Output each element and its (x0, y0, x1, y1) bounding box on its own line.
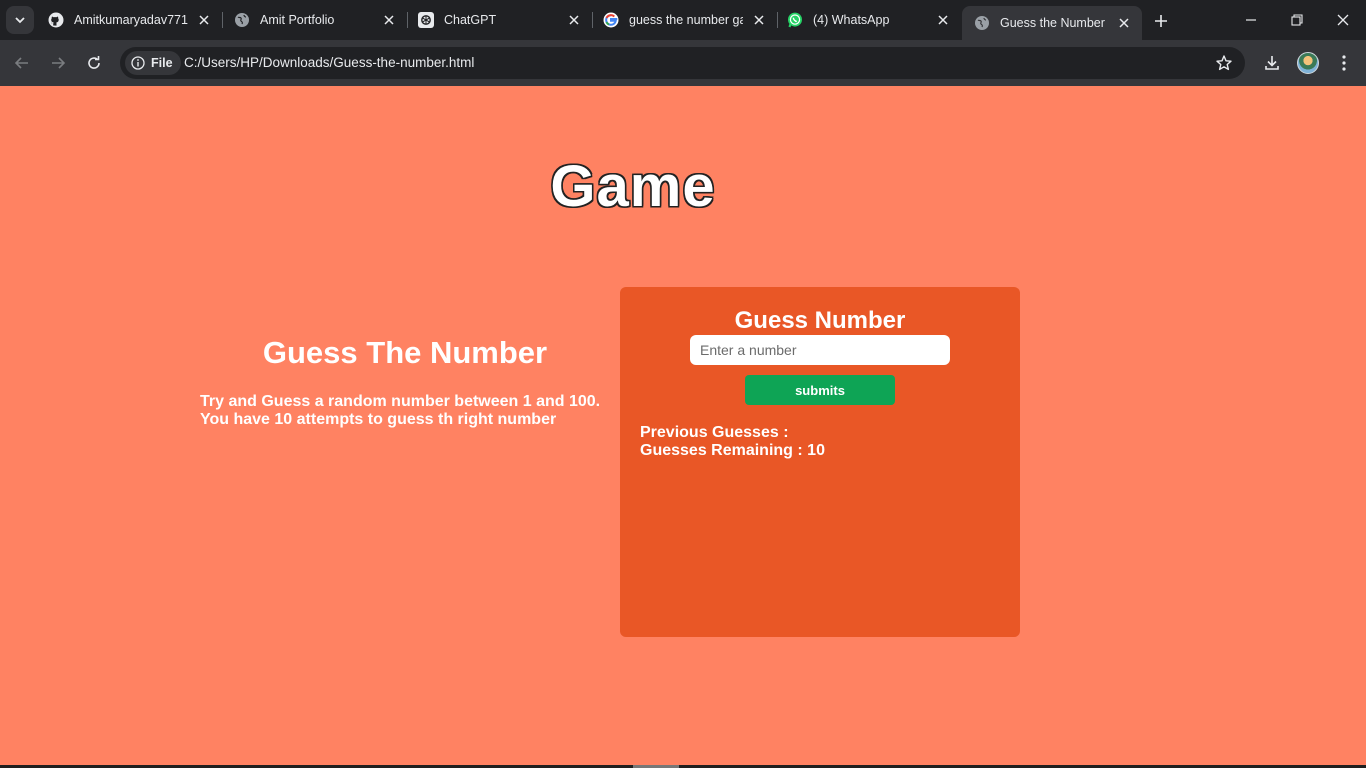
minimize-button[interactable] (1228, 0, 1274, 40)
site-info-label: File (151, 56, 173, 70)
guess-card: Guess Number submits Previous Guesses : … (620, 287, 1020, 637)
close-icon[interactable] (381, 12, 397, 28)
globe-icon (974, 15, 990, 31)
guesses-remaining: Guesses Remaining : 10 (640, 442, 825, 459)
browser-toolbar: File C:/Users/HP/Downloads/Guess-the-num… (0, 40, 1366, 86)
tab-github[interactable]: Amitkumaryadav7714 (36, 0, 222, 40)
chatgpt-icon (418, 12, 434, 28)
reload-button[interactable] (82, 51, 106, 75)
chevron-down-icon (15, 17, 25, 24)
site-info-chip[interactable]: File (125, 51, 181, 75)
github-icon (48, 12, 64, 28)
google-icon (603, 12, 619, 28)
stats-panel: Previous Guesses : Guesses Remaining : 1… (640, 424, 825, 460)
intro-description: Try and Guess a random number between 1 … (200, 393, 610, 429)
downloads-button[interactable] (1261, 52, 1283, 74)
arrow-right-icon (52, 57, 66, 69)
more-vert-icon (1342, 55, 1346, 71)
info-icon (131, 56, 145, 70)
close-icon[interactable] (935, 12, 951, 28)
arrow-left-icon (14, 57, 28, 69)
tab-amit-portfolio[interactable]: Amit Portfolio (222, 0, 407, 40)
tab-title: Amitkumaryadav7714 (74, 13, 188, 27)
close-icon[interactable] (566, 12, 582, 28)
page-title: Game (550, 154, 716, 219)
close-icon[interactable] (196, 12, 212, 28)
bookmark-star-icon[interactable] (1215, 54, 1233, 72)
back-button[interactable] (10, 51, 34, 75)
globe-icon (234, 12, 250, 28)
card-title: Guess Number (734, 307, 906, 334)
download-icon (1265, 56, 1279, 70)
profile-avatar[interactable] (1297, 52, 1319, 74)
tab-title: guess the number ga (629, 13, 743, 27)
tab-title: Amit Portfolio (260, 13, 335, 27)
tab-title: (4) WhatsApp (813, 13, 890, 27)
intro-section: Guess The Number Try and Guess a random … (200, 335, 610, 429)
plus-icon (1155, 15, 1167, 27)
guess-input[interactable] (690, 335, 950, 365)
whatsapp-icon (787, 12, 803, 28)
tab-guess-the-number[interactable]: Guess the Number (962, 6, 1142, 40)
tab-title: Guess the Number (1000, 16, 1105, 30)
tab-title: ChatGPT (444, 13, 497, 27)
tab-chatgpt[interactable]: ChatGPT (406, 0, 592, 40)
close-window-button[interactable] (1320, 0, 1366, 40)
menu-button[interactable] (1333, 52, 1355, 74)
address-bar[interactable]: File C:/Users/HP/Downloads/Guess-the-num… (120, 47, 1245, 79)
previous-guesses: Previous Guesses : (640, 424, 789, 441)
restore-icon (1291, 14, 1303, 26)
reload-icon (88, 56, 100, 69)
close-icon[interactable] (1116, 15, 1132, 31)
close-icon[interactable] (751, 12, 767, 28)
forward-button[interactable] (46, 51, 70, 75)
new-tab-button[interactable] (1150, 10, 1172, 32)
tab-search-button[interactable] (6, 6, 34, 34)
tab-bar: Amitkumaryadav7714 Amit Portfolio ChatGP… (0, 0, 1366, 40)
tab-google-search[interactable]: guess the number ga (591, 0, 777, 40)
description-line: You have 10 attempts to guess th right n… (200, 411, 557, 428)
minimize-icon (1246, 19, 1256, 21)
description-line: Try and Guess a random number between 1 … (200, 393, 601, 410)
tab-whatsapp[interactable]: (4) WhatsApp (775, 0, 961, 40)
url-text[interactable]: C:/Users/HP/Downloads/Guess-the-number.h… (184, 55, 474, 70)
intro-title: Guess The Number (262, 335, 548, 370)
submit-button[interactable]: submits (745, 375, 895, 405)
restore-button[interactable] (1274, 0, 1320, 40)
close-icon (1337, 14, 1349, 26)
